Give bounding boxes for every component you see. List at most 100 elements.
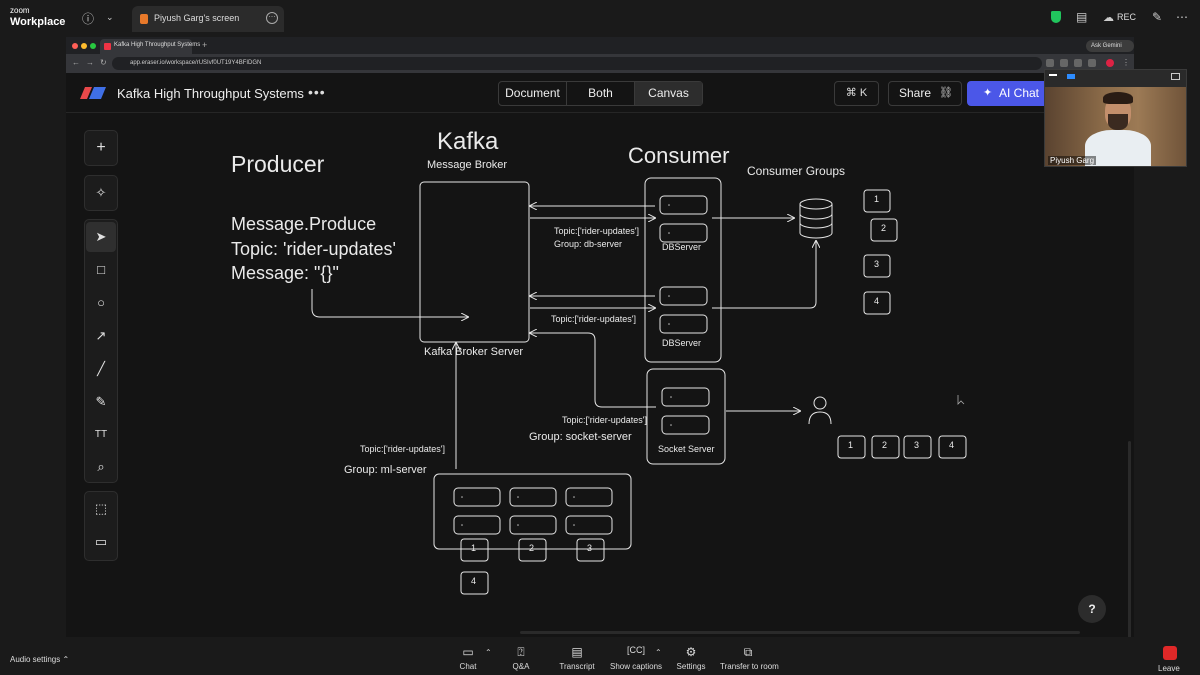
kafka-broker-label[interactable]: Kafka Broker Server [424,346,523,358]
partition-label[interactable]: 1 [471,543,476,553]
participant-video[interactable]: Piyush Garg [1044,69,1187,167]
kafka-title[interactable]: Kafka [437,128,498,156]
window-close-dot[interactable] [72,43,78,49]
browser-tab-strip: Kafka High Throughput Systems + Ask Gemi… [66,37,1134,54]
expand-icon[interactable] [1171,73,1180,80]
consumer-groups-title[interactable]: Consumer Groups [747,164,845,178]
eraser-app: Kafka High Throughput Systems ••• Docume… [66,73,1134,637]
partition-label[interactable]: 3 [914,440,919,450]
producer-title[interactable]: Producer [231,151,324,178]
extension-icon[interactable] [1046,59,1054,67]
socket-topic-label[interactable]: Topic:['rider-updates'] [562,415,647,425]
more-options-icon[interactable]: ⋯ [266,12,278,24]
partition-label[interactable]: 4 [949,440,954,450]
leave-icon[interactable] [1163,646,1177,660]
partition-label[interactable]: 2 [881,223,886,233]
partition-label[interactable]: 1 [848,440,853,450]
producer-line1[interactable]: Message.Produce [231,214,376,235]
url-bar[interactable]: app.eraser.io/workspace/rUSIvf0UT19Y4BFI… [112,57,1042,70]
settings-button[interactable]: ⚙ Settings [663,645,719,671]
socket-server-label[interactable]: Socket Server [658,444,715,454]
zoom-logo-top: zoom [10,6,30,15]
zoom-bottom-bar: Audio settings ⌃ ▭ Chat ⌃ ⍰ Q&A ▤ Transc… [0,640,1200,675]
vertical-scrollbar[interactable] [1128,441,1131,637]
socket-group-label[interactable]: Group: socket-server [529,431,632,443]
ml-server-group [433,473,632,550]
more-icon[interactable]: ⋯ [1176,10,1188,24]
transcript-button[interactable]: ▤ Transcript [549,645,605,671]
transfer-icon: ⧉ [743,645,753,659]
share-tab-label: Piyush Garg's screen [154,13,240,23]
consumer-slot [659,195,708,215]
profile-avatar[interactable] [1106,59,1114,67]
audio-settings-label: Audio settings [10,655,61,664]
audio-settings-button[interactable]: Audio settings ⌃ [10,655,69,664]
topic-label-2[interactable]: Topic:['rider-updates'] [551,314,636,324]
ml-group-label[interactable]: Group: ml-server [344,464,427,476]
ml-topic-label[interactable]: Topic:['rider-updates'] [360,444,445,454]
partition-label[interactable]: 3 [874,259,879,269]
socket-slot [661,387,710,407]
chevron-up-icon[interactable]: ⌃ [655,648,662,657]
horizontal-scrollbar[interactable] [520,631,1080,634]
person-beard [1108,114,1128,130]
window-maximize-dot[interactable] [90,43,96,49]
ask-gemini-label: Ask Gemini [1091,43,1122,49]
db-server-label-1[interactable]: DBServer [662,242,701,252]
help-button[interactable]: ? [1078,595,1106,623]
url-text: app.eraser.io/workspace/rUSIvf0UT19Y4BFI… [130,60,262,66]
socket-slot [661,415,710,435]
extension-icon[interactable] [1060,59,1068,67]
settings-icon: ⚙ [685,645,697,659]
chevron-down-icon[interactable]: ⌄ [106,12,114,23]
minimize-icon[interactable] [1049,74,1057,76]
producer-line3[interactable]: Message: "{}" [231,263,339,284]
new-tab-icon[interactable]: + [202,40,207,50]
transcript-label: Transcript [559,662,595,671]
partition-label[interactable]: 3 [587,543,592,553]
back-icon[interactable]: ← [72,58,80,67]
window-minimize-dot[interactable] [81,43,87,49]
consumer-title[interactable]: Consumer [628,143,729,169]
chevron-up-icon[interactable]: ⌃ [485,648,492,657]
notes-icon[interactable]: ▤ [1076,10,1087,24]
qa-button[interactable]: ⍰ Q&A [493,645,549,671]
extension-icon[interactable] [1074,59,1082,67]
db-server-label-2[interactable]: DBServer [662,338,701,348]
screen-share-tab[interactable]: Piyush Garg's screen ⋯ [132,6,284,32]
browser-address-row: ← → ↻ app.eraser.io/workspace/rUSIvf0UT1… [66,54,1134,73]
view-icon[interactable] [1067,74,1075,79]
partition-label[interactable]: 1 [874,194,879,204]
qa-label: Q&A [512,662,530,671]
info-icon[interactable]: ⓘ [82,10,94,27]
reload-icon[interactable]: ↻ [100,58,107,67]
forward-icon[interactable]: → [86,58,94,67]
qa-icon: ⍰ [517,645,525,659]
transfer-label: Transfer to room [720,662,779,671]
partition-label[interactable]: 4 [471,576,476,586]
participant-name: Piyush Garg [1048,156,1097,165]
rec-label[interactable]: REC [1117,12,1136,22]
captions-label: Show captions [609,662,663,671]
annotate-pen-icon[interactable]: ✎ [1152,10,1162,24]
zoom-logo-bottom: Workplace [10,16,66,28]
diagram-connectors [311,177,967,595]
partition-label[interactable]: 2 [529,543,534,553]
leave-button[interactable]: Leave [1158,664,1180,673]
partition-label[interactable]: 2 [882,440,887,450]
db-group-label[interactable]: Group: db-server [554,239,622,249]
partition-label[interactable]: 4 [874,296,879,306]
ask-gemini-button[interactable]: Ask Gemini [1086,40,1134,52]
transfer-button[interactable]: ⧉ Transfer to room [720,645,779,671]
browser-tab[interactable]: Kafka High Throughput Systems [100,39,200,54]
cloud-icon: ☁ [1103,12,1114,24]
extension-icon[interactable] [1088,59,1096,67]
db-topic-label[interactable]: Topic:['rider-updates'] [554,226,639,236]
consumer-db-column [644,177,722,363]
zoom-logo: zoom Workplace [10,6,66,28]
browser-menu-icon[interactable]: ⋮ [1122,58,1130,67]
security-shield-icon[interactable] [1051,11,1061,23]
settings-label: Settings [676,662,706,671]
kafka-subtitle[interactable]: Message Broker [427,159,507,171]
producer-line2[interactable]: Topic: 'rider-updates' [231,239,396,260]
